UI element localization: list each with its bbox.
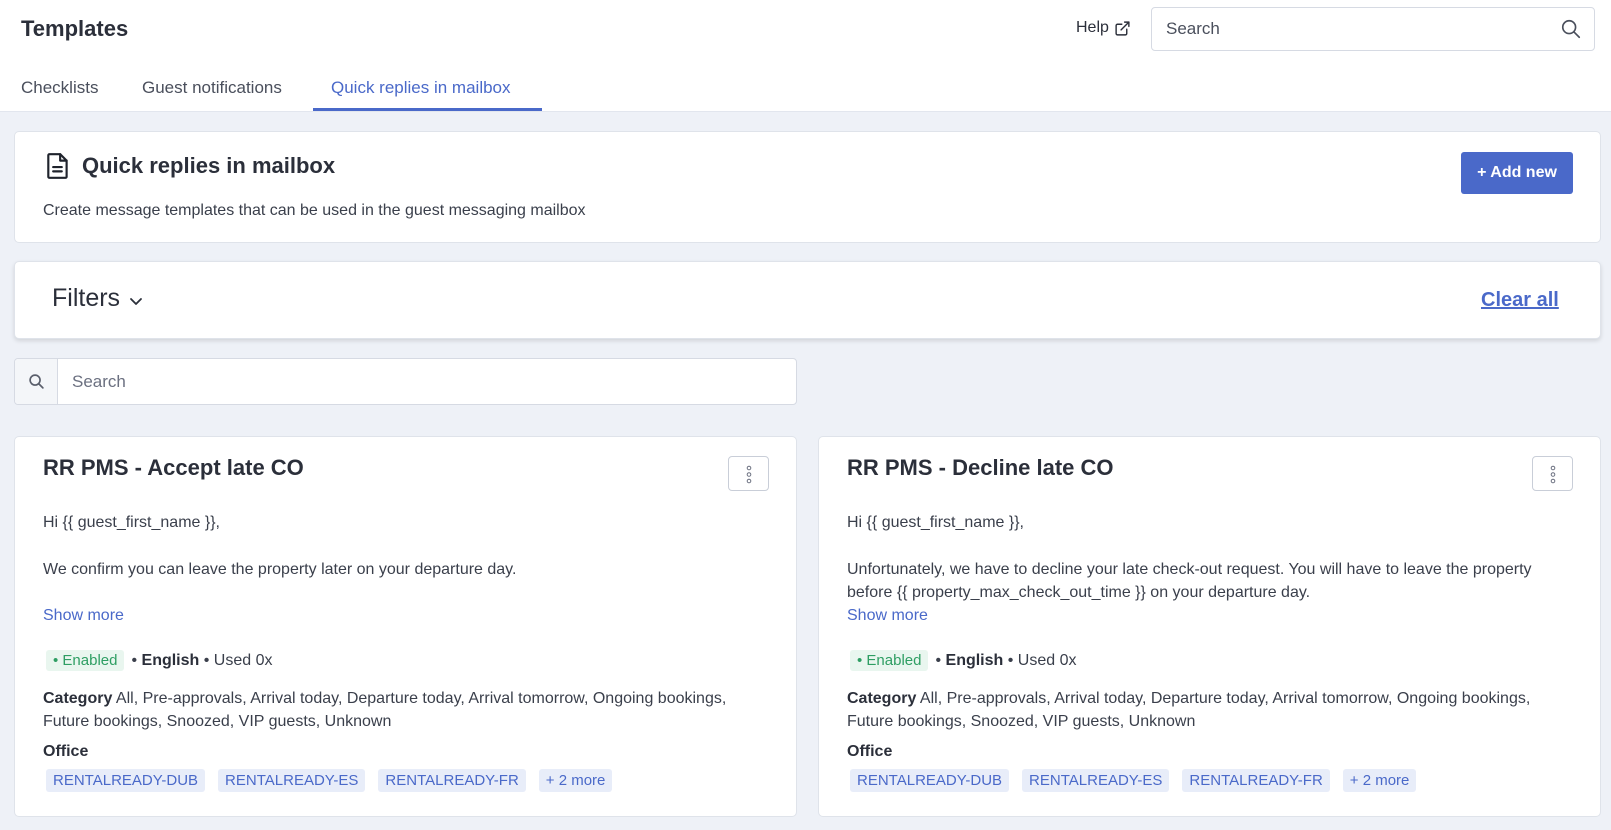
template-card: RR PMS - Decline late CO Hi {{ guest_fir…	[818, 436, 1601, 817]
more-vertical-icon	[746, 465, 752, 484]
show-more-link[interactable]: Show more	[43, 607, 124, 625]
template-body: We confirm you can leave the property la…	[43, 561, 517, 578]
chevron-down-icon	[130, 297, 142, 305]
section-description: Create message templates that can be use…	[43, 202, 586, 219]
office-tags: RENTALREADY-DUB RENTALREADY-ES RENTALREA…	[850, 769, 1417, 792]
help-link[interactable]: Help	[1076, 19, 1131, 37]
filters-label: Filters	[52, 284, 121, 312]
office-tag: RENTALREADY-DUB	[46, 769, 206, 792]
search-icon[interactable]	[1560, 18, 1582, 40]
status-badge: • Enabled	[46, 650, 125, 671]
meta-separator: •	[935, 651, 946, 669]
meta-separator: •	[199, 651, 214, 669]
office-tag: RENTALREADY-ES	[218, 769, 366, 792]
add-new-button[interactable]: + Add new	[1461, 152, 1573, 194]
more-offices-tag[interactable]: + 2 more	[538, 769, 613, 792]
search-icon-box	[15, 359, 58, 404]
office-tags: RENTALREADY-DUB RENTALREADY-ES RENTALREA…	[46, 769, 613, 792]
active-tab-indicator	[313, 108, 542, 111]
meta-separator: •	[131, 651, 142, 669]
template-title: RR PMS - Accept late CO	[43, 455, 304, 480]
tab-bar: Checklists Guest notifications Quick rep…	[0, 70, 700, 112]
office-label: Office	[43, 743, 89, 760]
search-icon	[29, 374, 44, 389]
office-tag: RENTALREADY-FR	[378, 769, 526, 792]
section-header-card: Quick replies in mailbox Create message …	[14, 131, 1601, 243]
template-meta: • Enabled • English • Used 0x	[850, 650, 1077, 671]
office-tag: RENTALREADY-FR	[1182, 769, 1330, 792]
office-label: Office	[847, 743, 893, 760]
usage-count: Used 0x	[213, 651, 273, 669]
category-values: All, Pre-approvals, Arrival today, Depar…	[43, 690, 727, 730]
template-language: English	[141, 651, 200, 669]
tab-guest-notifications[interactable]: Guest notifications	[142, 78, 282, 98]
template-menu-button[interactable]	[728, 456, 769, 491]
template-preview: Hi {{ guest_first_name }}, Unfortunately…	[847, 511, 1577, 604]
template-search	[14, 358, 797, 405]
template-greeting: Hi {{ guest_first_name }},	[43, 514, 220, 531]
tab-quick-replies[interactable]: Quick replies in mailbox	[331, 78, 511, 98]
category-label: Category	[43, 690, 113, 707]
template-card: RR PMS - Accept late CO Hi {{ guest_firs…	[14, 436, 797, 817]
more-vertical-icon	[1550, 465, 1556, 484]
template-body: Unfortunately, we have to decline your l…	[847, 561, 1532, 601]
global-search	[1151, 7, 1595, 51]
template-preview: Hi {{ guest_first_name }}, We confirm yo…	[43, 511, 773, 581]
template-menu-button[interactable]	[1532, 456, 1573, 491]
document-icon	[47, 153, 68, 179]
template-category: Category All, Pre-approvals, Arrival tod…	[43, 687, 773, 733]
filters-panel: Filters Clear all	[14, 261, 1601, 339]
show-more-link[interactable]: Show more	[847, 607, 928, 625]
category-label: Category	[847, 690, 917, 707]
tab-checklists[interactable]: Checklists	[21, 78, 98, 98]
office-tag: RENTALREADY-ES	[1022, 769, 1170, 792]
template-category: Category All, Pre-approvals, Arrival tod…	[847, 687, 1577, 733]
section-title: Quick replies in mailbox	[82, 153, 336, 178]
template-title: RR PMS - Decline late CO	[847, 455, 1114, 480]
status-badge: • Enabled	[850, 650, 929, 671]
category-values: All, Pre-approvals, Arrival today, Depar…	[847, 690, 1531, 730]
external-link-icon	[1115, 20, 1130, 36]
clear-all-link[interactable]: Clear all	[1481, 289, 1559, 312]
page-title: Templates	[21, 16, 129, 41]
template-language: English	[945, 651, 1004, 669]
office-tag: RENTALREADY-DUB	[850, 769, 1010, 792]
usage-count: Used 0x	[1017, 651, 1077, 669]
meta-separator: •	[1003, 651, 1018, 669]
template-search-input[interactable]	[72, 359, 772, 404]
more-offices-tag[interactable]: + 2 more	[1342, 769, 1417, 792]
help-label: Help	[1076, 19, 1109, 36]
template-greeting: Hi {{ guest_first_name }},	[847, 514, 1024, 531]
top-bar: Templates Help Checklists Guest notifica…	[0, 0, 1611, 112]
global-search-input[interactable]	[1166, 8, 1546, 50]
template-meta: • Enabled • English • Used 0x	[46, 650, 273, 671]
filters-toggle[interactable]: Filters	[52, 284, 144, 313]
